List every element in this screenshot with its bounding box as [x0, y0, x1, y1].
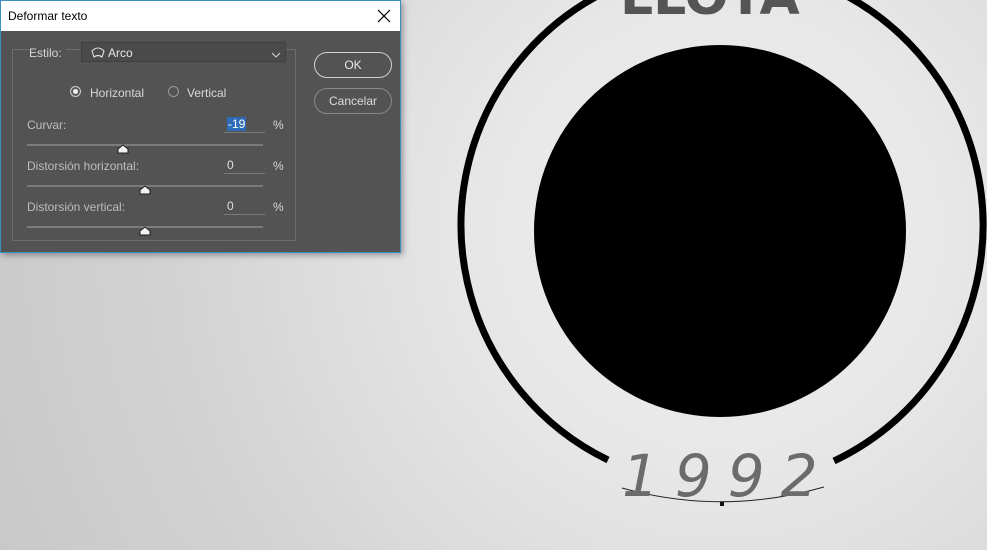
- bend-value: -19: [227, 117, 247, 131]
- cancel-button[interactable]: Cancelar: [314, 88, 392, 114]
- bend-unit: %: [273, 118, 284, 132]
- bend-slider-track[interactable]: [27, 144, 263, 146]
- bend-label: Curvar:: [27, 118, 67, 132]
- style-value: Arco: [108, 46, 133, 60]
- close-icon[interactable]: [374, 6, 394, 26]
- horizontal-distortion-value: 0: [227, 158, 234, 172]
- horizontal-distortion-input[interactable]: 0: [224, 157, 265, 174]
- vertical-distortion-input[interactable]: 0: [224, 198, 265, 215]
- vertical-label[interactable]: Vertical: [187, 86, 226, 100]
- style-select[interactable]: Arco: [81, 42, 286, 62]
- vertical-distortion-value: 0: [227, 199, 234, 213]
- warp-arc-icon: [90, 46, 106, 65]
- bend-slider-thumb[interactable]: [117, 141, 129, 154]
- vertical-distortion-thumb[interactable]: [139, 223, 151, 236]
- bend-input[interactable]: -19: [224, 116, 265, 133]
- horizontal-distortion-label: Distorsión horizontal:: [27, 159, 140, 173]
- dialog-titlebar[interactable]: Deformar texto: [1, 1, 400, 31]
- dialog-title: Deformar texto: [8, 9, 88, 23]
- top-text: LLOYA: [620, 0, 800, 27]
- horizontal-distortion-unit: %: [273, 159, 284, 173]
- center-disc: [534, 45, 906, 417]
- vertical-distortion-label: Distorsión vertical:: [27, 200, 126, 214]
- vertical-distortion-unit: %: [273, 200, 284, 214]
- horizontal-distortion-thumb[interactable]: [139, 182, 151, 195]
- ok-button[interactable]: OK: [314, 52, 392, 78]
- vertical-radio[interactable]: [168, 86, 179, 97]
- chevron-down-icon: [271, 47, 281, 65]
- warp-text-dialog: Deformar texto Estilo: Arco Horizontal V…: [0, 0, 401, 253]
- horizontal-radio[interactable]: [70, 86, 81, 97]
- style-label: Estilo:: [29, 46, 66, 60]
- year-text[interactable]: 1992: [622, 442, 834, 510]
- horizontal-label[interactable]: Horizontal: [90, 86, 144, 100]
